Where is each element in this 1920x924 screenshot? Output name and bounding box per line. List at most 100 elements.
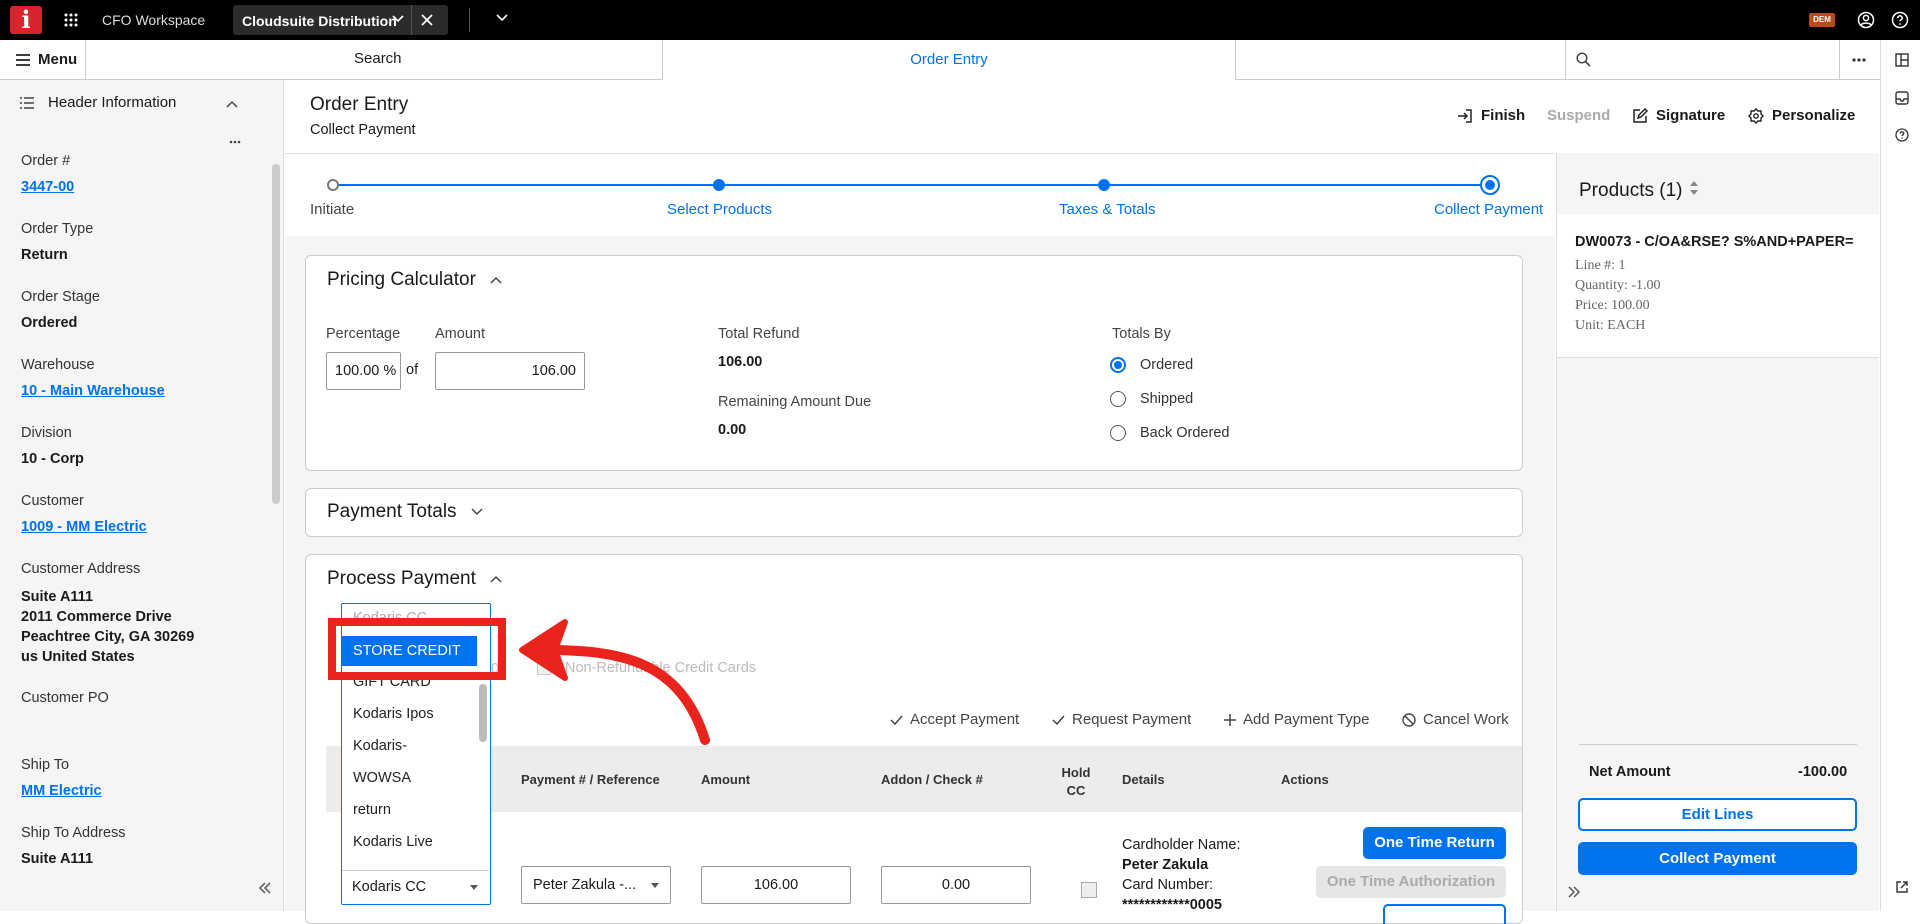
- close-icon[interactable]: [420, 13, 434, 27]
- help-icon[interactable]: [1891, 11, 1909, 29]
- stepper-track: [332, 184, 1490, 186]
- radio-shipped[interactable]: [1110, 391, 1126, 407]
- dropdown-item-kodaris-live[interactable]: Kodaris Live: [353, 834, 433, 850]
- sort-icon[interactable]: [1690, 181, 1698, 195]
- chevron-down-icon[interactable]: [496, 14, 508, 22]
- user-icon[interactable]: [1857, 11, 1875, 29]
- chevron-down-icon: [471, 508, 483, 516]
- dropdown-item-wowsa[interactable]: WOWSA: [353, 770, 411, 786]
- secondary-bar: Menu Search Order Entry: [0, 40, 1880, 80]
- inbox-icon[interactable]: [1895, 91, 1909, 105]
- products-title: Products (1): [1579, 180, 1683, 201]
- step-dot-collect-payment[interactable]: [1480, 175, 1500, 195]
- request-payment-button[interactable]: Request Payment: [1052, 711, 1191, 728]
- finish-button[interactable]: Finish: [1457, 107, 1525, 124]
- partial-button[interactable]: [1383, 904, 1506, 924]
- nonrefundable-label[interactable]: Non-Refundable Credit Cards: [565, 660, 756, 676]
- tab-search[interactable]: Search: [354, 50, 402, 67]
- product-price: Price: 100.00: [1575, 298, 1650, 313]
- more-icon[interactable]: [229, 140, 241, 144]
- workspace-title[interactable]: CFO Workspace: [102, 12, 205, 28]
- percentage-input[interactable]: 100.00 %: [326, 352, 401, 390]
- customer-link[interactable]: 1009 - MM Electric: [21, 517, 147, 537]
- step-dot-select-products[interactable]: [713, 179, 725, 191]
- radio-ordered[interactable]: [1110, 357, 1126, 373]
- total-refund-label: Total Refund: [718, 326, 800, 342]
- chevron-up-icon: [490, 276, 502, 284]
- net-amount-label: Net Amount: [1589, 764, 1671, 780]
- addon-field[interactable]: 0.00: [881, 866, 1031, 904]
- collapse-panel-icon[interactable]: [258, 882, 272, 894]
- app-tab[interactable]: Cloudsuite Distribution: [233, 5, 448, 35]
- top-bar: i CFO Workspace Cloudsuite Distribution …: [0, 0, 1920, 40]
- edit-lines-button[interactable]: Edit Lines: [1578, 798, 1857, 831]
- caret-down-icon: [470, 885, 478, 890]
- more-icon[interactable]: [1852, 58, 1866, 62]
- search-input[interactable]: [1565, 40, 1840, 80]
- dropdown-current-value[interactable]: Kodaris CC: [342, 870, 489, 904]
- amount-field[interactable]: 106.00: [701, 866, 851, 904]
- col-hold-cc: Hold CC: [1061, 765, 1091, 798]
- step-label-taxes-totals[interactable]: Taxes & Totals: [1059, 201, 1155, 218]
- process-payment-header[interactable]: Process Payment: [327, 568, 502, 590]
- order-number-link[interactable]: 3447-00: [21, 177, 74, 197]
- product-line: Line #: 1: [1575, 258, 1626, 273]
- chevron-down-icon[interactable]: [392, 15, 404, 23]
- chevron-up-icon: [490, 575, 502, 583]
- product-unit: Unit: EACH: [1575, 318, 1646, 333]
- page-title: Order Entry: [310, 94, 409, 115]
- personalize-button[interactable]: Personalize: [1748, 107, 1855, 124]
- dropdown-item-kodaris-dash[interactable]: Kodaris-: [353, 738, 407, 754]
- check-icon: [890, 715, 903, 725]
- app-logo[interactable]: i: [10, 6, 42, 34]
- signature-button[interactable]: Signature: [1632, 107, 1725, 124]
- radio-back-ordered-label[interactable]: Back Ordered: [1140, 425, 1229, 441]
- chevron-up-icon[interactable]: [226, 100, 238, 108]
- radio-back-ordered[interactable]: [1110, 425, 1126, 441]
- right-rail: [1880, 40, 1920, 911]
- suspend-button[interactable]: Suspend: [1547, 107, 1610, 124]
- expand-panel-icon[interactable]: [1568, 886, 1580, 898]
- field-customer: Customer 1009 - MM Electric: [21, 493, 147, 537]
- tab-order-entry[interactable]: Order Entry: [662, 40, 1236, 80]
- percentage-label: Percentage: [326, 326, 401, 342]
- collect-payment-button[interactable]: Collect Payment: [1578, 842, 1857, 875]
- layout-icon[interactable]: [1895, 53, 1909, 67]
- field-ship-to: Ship To MM Electric: [21, 757, 102, 801]
- step-label-initiate[interactable]: Initiate: [310, 201, 354, 218]
- add-payment-type-button[interactable]: Add Payment Type: [1224, 711, 1369, 728]
- amount-input[interactable]: 106.00: [435, 352, 585, 390]
- scrollbar[interactable]: [272, 164, 280, 504]
- cancel-work-button[interactable]: Cancel Work: [1402, 711, 1509, 728]
- step-dot-taxes-totals[interactable]: [1098, 179, 1110, 191]
- gear-icon: [1748, 107, 1764, 124]
- accept-payment-button[interactable]: Accept Payment: [890, 711, 1019, 728]
- pricing-calculator-header[interactable]: Pricing Calculator: [327, 269, 502, 291]
- dropdown-item-kodaris-ipos[interactable]: Kodaris Ipos: [353, 706, 434, 722]
- warehouse-link[interactable]: 10 - Main Warehouse: [21, 381, 165, 401]
- field-division: Division 10 - Corp: [21, 425, 84, 467]
- dropdown-item-return[interactable]: return: [353, 802, 391, 818]
- external-link-icon[interactable]: [1895, 880, 1909, 894]
- payment-totals-header[interactable]: Payment Totals: [327, 501, 483, 523]
- step-label-collect-payment[interactable]: Collect Payment: [1434, 201, 1543, 218]
- cardholder-label: Cardholder Name:: [1122, 837, 1241, 853]
- one-time-authorization-button[interactable]: One Time Authorization: [1316, 866, 1506, 898]
- radio-shipped-label[interactable]: Shipped: [1140, 391, 1193, 407]
- step-label-select-products[interactable]: Select Products: [667, 201, 772, 218]
- menu-button[interactable]: Menu: [16, 51, 77, 68]
- one-time-return-button[interactable]: One Time Return: [1363, 827, 1506, 859]
- remaining-value: 0.00: [718, 422, 747, 438]
- reference-select[interactable]: Peter Zakula -...: [521, 866, 671, 904]
- col-details: Details: [1122, 772, 1165, 787]
- step-dot-initiate[interactable]: [327, 179, 339, 191]
- app-grid-icon[interactable]: [64, 13, 78, 27]
- radio-ordered-label[interactable]: Ordered: [1140, 357, 1193, 373]
- dropdown-scrollbar[interactable]: [479, 684, 487, 742]
- payment-totals-card[interactable]: Payment Totals: [305, 488, 1523, 537]
- help-icon[interactable]: [1895, 128, 1909, 142]
- nonrefundable-checkbox[interactable]: [537, 661, 551, 675]
- hold-cc-checkbox[interactable]: [1081, 882, 1097, 898]
- ship-to-link[interactable]: MM Electric: [21, 781, 102, 801]
- col-amount: Amount: [701, 772, 751, 787]
